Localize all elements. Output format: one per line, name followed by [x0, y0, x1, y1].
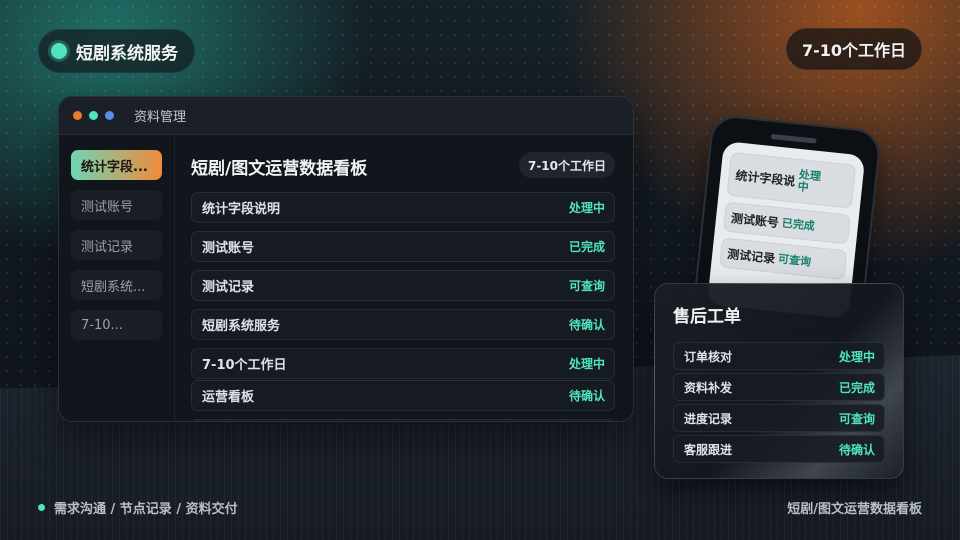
status-badge: 已完成: [568, 240, 605, 254]
sidebar-item-timeline[interactable]: 7-10...: [71, 310, 162, 340]
brand-label: 短剧系统服务: [76, 43, 178, 64]
list-item-label: 测试账号: [202, 241, 255, 256]
status-badge: 待确认: [568, 389, 605, 403]
status-badge: 处理中: [838, 349, 875, 364]
status-badge: 待确认: [568, 318, 605, 332]
window-title: 资料管理: [134, 110, 187, 125]
timeline-pill: 7-10个工作日: [785, 28, 922, 70]
list-item-label: 7-10个工作日: [202, 358, 287, 373]
list-item-label: 测试记录: [202, 280, 255, 295]
ticket-row[interactable]: 客服跟进 待确认: [673, 435, 885, 463]
ticket-row[interactable]: 订单核对 处理中: [673, 342, 885, 370]
phone-list-item[interactable]: 测试记录 可查询: [718, 237, 848, 281]
timeline-label: 7-10个工作日: [801, 41, 906, 60]
phone-item-label: 测试记录: [726, 246, 776, 266]
list-item[interactable]: 短剧系统服务 待确认: [191, 309, 615, 340]
phone-list-item[interactable]: 测试账号 已完成: [722, 201, 852, 245]
list-item-partial: [191, 419, 615, 421]
data-management-window: 资料管理 统计字段... 测试账号 测试记录 短剧系统... 7-10... 短…: [58, 96, 634, 422]
ticket-label: 进度记录: [684, 411, 733, 426]
brand-dot-icon: [51, 43, 67, 59]
window-content: 短剧/图文运营数据看板 7-10个工作日 统计字段说明 处理中 测试账号 已完成…: [191, 135, 615, 421]
after-sales-title: 售后工单: [673, 307, 741, 327]
status-badge: 处理中: [568, 357, 605, 371]
phone-status-badge: 已完成: [781, 216, 816, 233]
status-badge: 可查询: [838, 411, 875, 426]
sidebar-item-drama-service[interactable]: 短剧系统...: [71, 270, 162, 300]
list-item[interactable]: 测试账号 已完成: [191, 231, 615, 262]
sidebar-item-test-account[interactable]: 测试账号: [71, 190, 162, 220]
window-maximize-icon[interactable]: [105, 111, 114, 120]
phone-list-item[interactable]: 统计字段说 处理中: [726, 151, 857, 209]
phone-speaker: [770, 133, 817, 144]
sidebar-item-stats-fields[interactable]: 统计字段...: [71, 150, 162, 180]
list-item-label: 统计字段说明: [202, 202, 281, 217]
footer-caption: 需求沟通 / 节点记录 / 资料交付: [38, 498, 238, 517]
sidebar-item-test-records[interactable]: 测试记录: [71, 230, 162, 260]
phone-item-label: 测试账号: [730, 210, 780, 230]
list-item-label: 运营看板: [202, 390, 255, 405]
status-badge: 可查询: [568, 279, 605, 293]
window-sidebar: 统计字段... 测试账号 测试记录 短剧系统... 7-10...: [59, 135, 175, 421]
after-sales-card: 售后工单 订单核对 处理中 资料补发 已完成 进度记录 可查询 客服跟进 待确认: [654, 283, 904, 479]
footer-dot-icon: [38, 504, 45, 511]
dashboard-title: 短剧/图文运营数据看板: [191, 159, 368, 179]
phone-status-badge: 可查询: [777, 252, 812, 269]
task-list: 统计字段说明 处理中 测试账号 已完成 测试记录 可查询 短剧系统服务 待确认 …: [191, 192, 615, 421]
list-item[interactable]: 7-10个工作日 处理中: [191, 348, 615, 379]
phone-item-label: 统计字段说: [734, 167, 797, 189]
list-item-label: 短剧系统服务: [202, 319, 281, 334]
ticket-label: 资料补发: [684, 380, 733, 395]
footer-caption-text: 需求沟通 / 节点记录 / 资料交付: [54, 502, 238, 517]
list-item[interactable]: 测试记录 可查询: [191, 270, 615, 301]
status-badge: 已完成: [838, 380, 875, 395]
list-item[interactable]: 运营看板 待确认: [191, 380, 615, 411]
timeline-badge: 7-10个工作日: [518, 152, 615, 178]
window-minimize-icon[interactable]: [89, 111, 98, 120]
ticket-row[interactable]: 进度记录 可查询: [673, 404, 885, 432]
ticket-row[interactable]: 资料补发 已完成: [673, 373, 885, 401]
window-titlebar: 资料管理: [59, 97, 633, 135]
list-item[interactable]: 统计字段说明 处理中: [191, 192, 615, 223]
footer-dashboard-label: 短剧/图文运营数据看板: [787, 502, 922, 517]
status-badge: 待确认: [838, 442, 875, 457]
window-close-icon[interactable]: [73, 111, 82, 120]
ticket-label: 客服跟进: [684, 442, 733, 457]
phone-status-badge: 处理中: [797, 168, 822, 195]
status-badge: 处理中: [568, 201, 605, 215]
brand-pill: 短剧系统服务: [38, 29, 195, 73]
ticket-label: 订单核对: [684, 349, 733, 364]
